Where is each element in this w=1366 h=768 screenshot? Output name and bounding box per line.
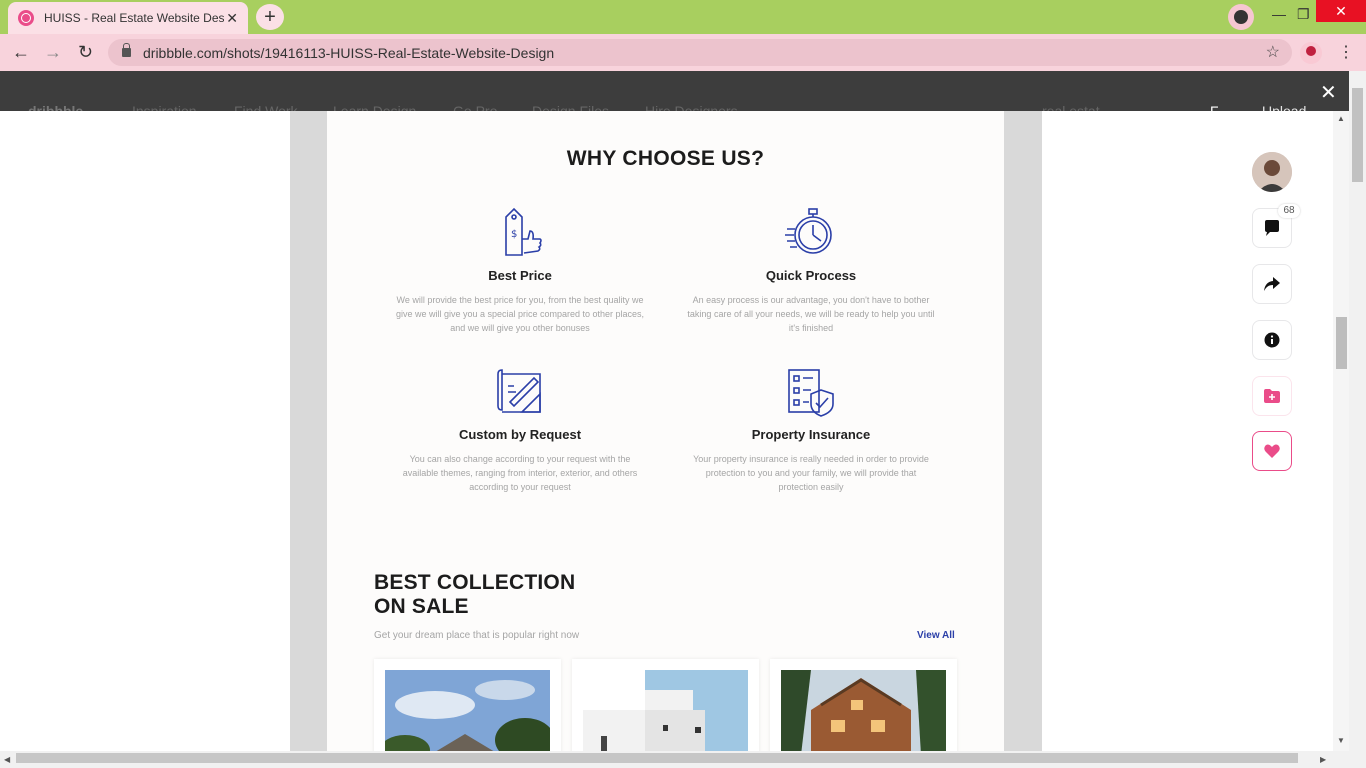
designer-avatar[interactable] [1252,152,1292,192]
comment-count-badge: 68 [1278,204,1300,218]
horizontal-scrollbar-thumb[interactable] [16,753,1298,763]
info-button[interactable] [1252,320,1292,360]
scroll-up-arrow-icon[interactable]: ▲ [1337,114,1345,123]
dribbble-favicon-icon [18,10,34,26]
tab-close-button[interactable]: ✕ [226,10,238,27]
feature-custom-request: Custom by Request You can also change ac… [395,366,645,494]
property-card [572,659,759,751]
back-button[interactable]: ← [12,42,30,63]
tab-search-icon[interactable] [1228,4,1254,30]
share-icon [1264,277,1280,291]
reload-button[interactable]: ↻ [78,42,93,63]
price-tag-thumbs-up-icon: $ [505,207,542,256]
browser-tab-bar: HUISS - Real Estate Website Design ✕ + —… [0,0,1366,34]
feature-best-price: $ Best Price We will provide the best pr… [395,207,645,335]
feature-name: Property Insurance [751,427,871,442]
view-all-link: View All [917,630,955,641]
property-photo [385,670,550,751]
new-tab-button[interactable]: + [256,4,284,30]
property-photo [781,670,946,751]
modal-scrollbar[interactable] [1333,111,1349,751]
feature-description: An easy process is our advantage, you do… [687,295,935,333]
modal-close-button[interactable]: ✕ [1320,80,1337,105]
feature-name: Quick Process [765,268,857,283]
forward-button[interactable]: → [44,42,62,63]
why-choose-us-title: WHY CHOOSE US? [566,147,765,170]
lock-icon [122,43,131,57]
blueprint-pencil-icon [497,369,541,413]
window-close-button[interactable]: ✕ [1316,0,1366,22]
add-to-collection-icon [1264,389,1280,403]
profile-avatar-icon[interactable] [1300,42,1322,64]
page-scrollbar-thumb[interactable] [1352,88,1363,182]
feature-description: You can also change according to your re… [402,454,638,492]
modal-scrollbar-thumb[interactable] [1336,317,1347,369]
scroll-left-arrow-icon[interactable]: ◀ [4,755,10,764]
minimize-button[interactable]: — [1272,6,1286,22]
designer-photo [1252,152,1292,192]
scroll-right-arrow-icon[interactable]: ▶ [1320,755,1326,764]
property-card [770,659,957,751]
svg-text:$: $ [511,229,517,240]
feature-property-insurance: Property Insurance Your property insuran… [686,366,936,494]
browser-tab[interactable]: HUISS - Real Estate Website Design ✕ [8,2,248,34]
shot-modal: WHY CHOOSE US? $ Best Price We will prov… [0,111,1349,751]
feature-quick-process: Quick Process An easy process is our adv… [686,207,936,335]
comment-icon [1265,220,1279,236]
shot-image: WHY CHOOSE US? $ Best Price We will prov… [327,111,1004,751]
browser-menu-button[interactable]: ⋮ [1338,42,1354,62]
stopwatch-icon [785,208,832,254]
address-bar[interactable]: dribbble.com/shots/19416113-HUISS-Real-E… [108,39,1292,66]
feature-description: We will provide the best price for you, … [395,295,645,333]
bookmark-star-icon[interactable]: ☆ [1266,42,1280,62]
info-icon [1264,332,1280,348]
save-to-collection-button[interactable] [1252,376,1292,416]
feature-description: Your property insurance is really needed… [693,454,929,492]
like-button[interactable] [1252,431,1292,471]
checklist-shield-icon [788,369,834,417]
property-photo [583,670,748,751]
browser-toolbar: ← → ↻ dribbble.com/shots/19416113-HUISS-… [0,34,1366,71]
background-navigation: dribbble Inspiration Find Work Learn Des… [0,71,1366,119]
collection-title-line-1: BEST COLLECTION [374,571,576,594]
feature-name: Custom by Request [458,427,582,442]
feature-name: Best Price [488,268,552,283]
collection-subtitle: Get your dream place that is popular rig… [374,630,580,641]
tab-title: HUISS - Real Estate Website Design [44,11,224,25]
url-text: dribbble.com/shots/19416113-HUISS-Real-E… [143,44,555,61]
property-card [374,659,561,751]
collection-title: BEST COLLECTION ON SALE [374,571,575,619]
restore-button[interactable]: ❐ [1297,6,1310,23]
share-button[interactable] [1252,264,1292,304]
collection-title-line-2: ON SALE [374,595,469,618]
scroll-down-arrow-icon[interactable]: ▼ [1337,736,1345,745]
heart-icon [1264,444,1280,458]
